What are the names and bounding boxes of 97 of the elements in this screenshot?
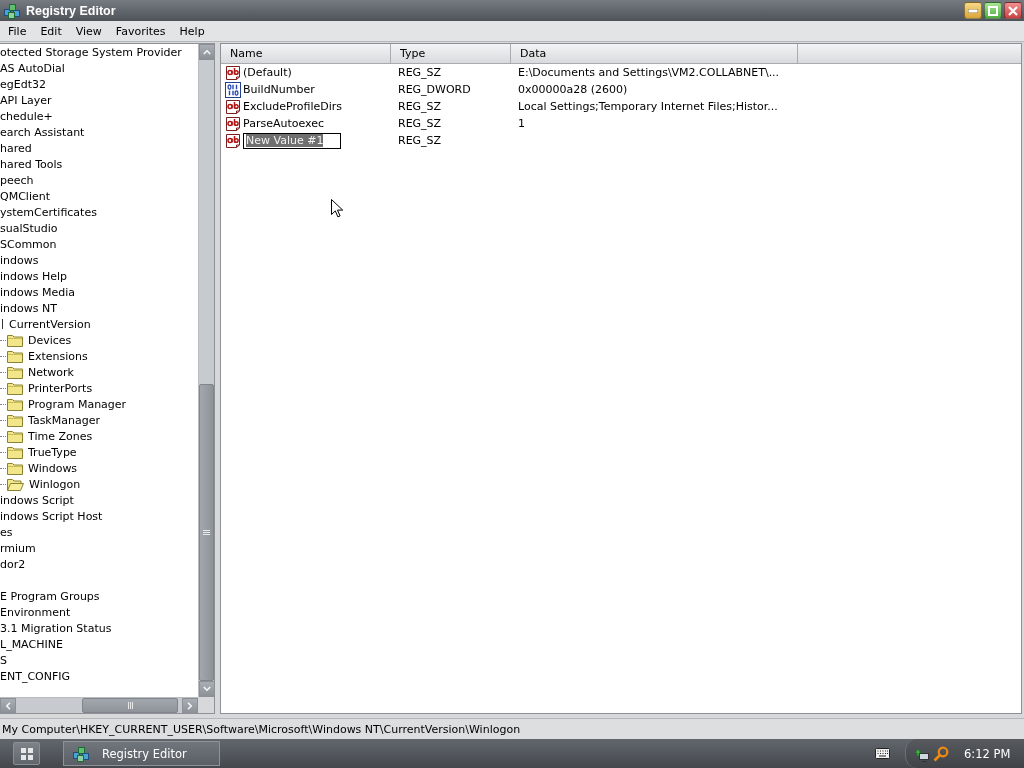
tree-item[interactable]: indows — [0, 253, 39, 267]
value-data: 1 — [518, 117, 525, 130]
tree-item[interactable]: ENT_CONFIG — [0, 669, 71, 683]
tree-item[interactable]: indows Script — [0, 493, 74, 507]
binary-value-icon — [225, 81, 241, 98]
tree-item[interactable]: QMClient — [0, 189, 50, 203]
string-value-icon — [225, 115, 241, 132]
tree-item[interactable]: Windows — [28, 461, 78, 475]
value-type: REG_SZ — [398, 66, 442, 79]
value-type: REG_SZ — [398, 100, 442, 113]
menu-item[interactable]: Favorites — [109, 23, 172, 39]
tree-item[interactable]: TrueType — [28, 445, 77, 459]
tree-item[interactable]: indows Media — [0, 285, 75, 299]
value-data: 0x00000a28 (2600) — [518, 83, 628, 96]
maximize-icon — [988, 5, 998, 16]
tree-item[interactable]: Extensions — [28, 349, 88, 363]
chevron-right-icon — [187, 702, 193, 710]
start-button[interactable] — [13, 742, 40, 765]
tree-item[interactable]: PrinterPorts — [28, 381, 93, 395]
minimize-icon — [968, 8, 978, 13]
scrollbar-thumb[interactable] — [82, 698, 178, 713]
clock: 6:12 PM — [964, 746, 1011, 761]
scroll-left-button[interactable] — [0, 698, 16, 714]
menu-item[interactable]: View — [69, 23, 108, 39]
menu-item[interactable]: File — [2, 23, 33, 39]
tree-item[interactable]: Devices — [28, 333, 72, 347]
tree-item[interactable]: rmium — [0, 541, 36, 555]
menu-item[interactable]: Help — [173, 23, 211, 39]
chevron-down-icon — [203, 686, 211, 692]
tree-item[interactable]: Network — [28, 365, 74, 379]
chevron-up-icon — [203, 49, 211, 55]
tree-item[interactable]: E Program Groups — [0, 589, 100, 603]
tree-item[interactable]: chedule+ — [0, 109, 53, 123]
taskbar-button[interactable]: Registry Editor — [63, 741, 220, 766]
string-value-icon — [225, 132, 241, 149]
value-type: REG_DWORD — [398, 83, 471, 96]
vertical-scrollbar[interactable] — [198, 44, 214, 697]
string-value-icon — [225, 98, 241, 115]
mouse-pointer-icon — [331, 199, 343, 218]
value-data: E:\Documents and Settings\VM2.COLLABNET\... — [518, 66, 780, 79]
tree-item[interactable]: SCommon — [0, 237, 57, 251]
tree-item[interactable]: TaskManager — [28, 413, 100, 427]
tree-item[interactable]: L_MACHINE — [0, 637, 63, 651]
cubes-icon — [4, 2, 20, 19]
status-text: My Computer\HKEY_CURRENT_USER\Software\Microsoft\Windows NT\CurrentVersion\Winlogon — [2, 722, 521, 736]
close-icon — [1008, 5, 1018, 16]
horizontal-scrollbar[interactable] — [0, 697, 198, 713]
tree-item[interactable]: es — [0, 525, 13, 539]
minimize-button[interactable] — [964, 2, 982, 19]
tree-item[interactable]: indows Script Host — [0, 509, 103, 523]
tree-item[interactable]: sualStudio — [0, 221, 58, 235]
tree-item[interactable]: otected Storage System Provider — [0, 45, 182, 59]
tree-item[interactable]: Winlogon — [29, 477, 81, 491]
value-type: REG_SZ — [398, 134, 442, 147]
chevron-left-icon — [5, 702, 11, 710]
tree-item[interactable]: hared Tools — [0, 157, 63, 171]
column-header[interactable]: Data — [511, 44, 798, 63]
value-name[interactable]: ExcludeProfileDirs — [243, 100, 343, 113]
tree-item[interactable]: S — [0, 653, 7, 667]
maximize-button[interactable] — [984, 2, 1002, 19]
menu-item[interactable]: Edit — [34, 23, 68, 39]
window-title: Registry Editor — [26, 3, 117, 18]
tree-item[interactable]: CurrentVersion — [9, 317, 91, 331]
string-value-icon — [225, 64, 241, 81]
value-type: REG_SZ — [398, 117, 442, 130]
tree-item[interactable]: indows Help — [0, 269, 68, 283]
tree-item[interactable]: egEdt32 — [0, 77, 46, 91]
tree-item[interactable]: indows NT — [0, 301, 57, 315]
tree-item[interactable]: dor2 — [0, 557, 26, 571]
value-data: Local Settings;Temporary Internet Files;Histor... — [518, 100, 778, 113]
scroll-down-button[interactable] — [199, 681, 215, 697]
cubes-icon — [73, 745, 89, 762]
grip-icon — [203, 530, 210, 535]
tree-item[interactable]: Environment — [0, 605, 71, 619]
scrollbar-thumb[interactable] — [199, 384, 214, 681]
value-name[interactable]: BuildNumber — [243, 83, 315, 96]
keyboard-icon — [875, 748, 890, 759]
grip-icon — [127, 702, 133, 709]
close-button[interactable] — [1004, 2, 1022, 19]
tree-item[interactable]: 3.1 Migration Status — [0, 621, 112, 635]
rename-field[interactable]: New Value #1 — [243, 132, 341, 149]
tree-item[interactable]: Time Zones — [28, 429, 93, 443]
tree-item[interactable]: API Layer — [0, 93, 52, 107]
value-name[interactable]: (Default) — [243, 66, 292, 79]
tree-item[interactable]: earch Assistant — [0, 125, 85, 139]
tree-item[interactable]: Program Manager — [28, 397, 127, 411]
column-header[interactable]: Name — [221, 44, 391, 63]
column-header[interactable]: Type — [391, 44, 511, 63]
value-name[interactable]: ParseAutoexec — [243, 117, 324, 130]
scroll-up-button[interactable] — [199, 44, 215, 60]
search-icon — [933, 745, 949, 762]
tree-item[interactable]: AS AutoDial — [0, 61, 65, 75]
tree-item[interactable]: ystemCertificates — [0, 205, 97, 219]
grid-icon — [20, 747, 33, 760]
tree-item[interactable]: hared — [0, 141, 32, 155]
scroll-right-button[interactable] — [182, 698, 198, 714]
tree-item[interactable]: peech — [0, 173, 34, 187]
